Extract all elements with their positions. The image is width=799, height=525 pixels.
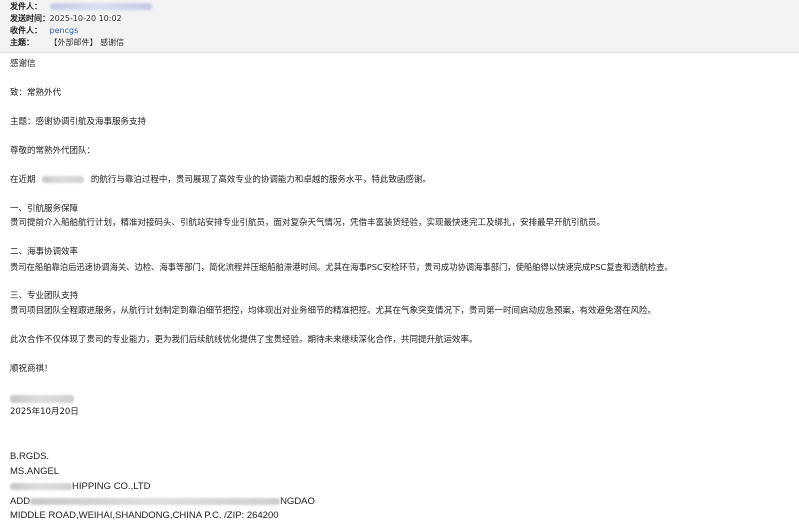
sent-row: 发送时间： 2025-10-20 10:02 [10,13,122,24]
greeting-line: 尊敬的常熟外代团队： [10,146,96,156]
closing-paragraph: 此次合作不仅体现了贵司的专业能力，更为我们后续航线优化提供了宝贵经验。期待未来继… [10,335,478,345]
signature-company: HIPPING CO.,LTD [10,481,150,493]
signature-address: ADD NGDAO [10,496,315,508]
address-head: ADD [10,496,31,507]
intro-start: 在近期 [10,175,36,185]
signature-name: MS.ANGEL [10,466,60,477]
subject-line: 主题：感谢协调引航及海事服务支持 [10,117,147,127]
to-label: 收件人： [10,26,42,35]
letter-date: 2025年10月20日 [10,407,79,417]
intro-paragraph: 在近期 的航行与靠泊过程中，贵司展现了高效专业的协调能力和卓越的服务水平，特此致… [10,174,431,186]
section3-text: 贵司项目团队全程跟进服务，从航行计划制定到靠泊细节把控，均体现出对业务细节的精准… [10,306,657,316]
redacted-company [10,482,72,490]
subject-label: 主题： [10,38,34,47]
wish-line: 顺祝商祺！ [10,364,53,374]
letter-heading: 感谢信 [10,59,36,69]
company-name-tail: HIPPING CO.,LTD [72,481,151,492]
from-label: 发件人： [10,2,42,11]
signature-regards: B.RGDS. [10,451,50,462]
redacted-vessel [42,176,85,183]
redacted-signer [10,393,74,405]
recipient-link[interactable]: pencgs [50,26,79,35]
subject-row: 主题： 【外部邮件】 感谢信 [10,37,124,48]
section2-text: 贵司在船舶靠泊后迅速协调海关、边检、海事等部门，简化流程并压缩船舶滞港时间。尤其… [10,262,673,272]
address-tail: NGDAO [280,496,315,507]
redacted-sender [49,3,152,10]
redacted-signer-block [10,394,74,403]
section3-title: 三、专业团队支持 [10,291,79,301]
from-row: 发件人： [10,1,152,12]
redacted-address [30,497,281,505]
addressee-line: 致：常熟外代 [10,88,62,98]
email-header: 发件人： 发送时间： 2025-10-20 10:02 收件人： pencgs … [0,0,799,53]
subject-value: 【外部邮件】 感谢信 [49,38,125,47]
signature-address-line2: MIDDLE ROAD,WEIHAI,SHANDONG,CHINA P.C. /… [10,510,279,521]
sent-label: 发送时间： [10,14,50,23]
section2-title: 二、海事协调效率 [10,247,79,257]
section1-text: 贵司提前介入船舶航行计划，精准对接码头、引航站安排专业引航员，面对复杂天气情况，… [10,218,606,228]
section1-title: 一、引航服务保障 [10,204,79,214]
sent-value: 2025-10-20 10:02 [49,14,122,23]
intro-end: 的航行与靠泊过程中，贵司展现了高效专业的协调能力和卓越的服务水平，特此致函感谢。 [90,175,431,185]
to-row: 收件人： pencgs [10,25,78,36]
